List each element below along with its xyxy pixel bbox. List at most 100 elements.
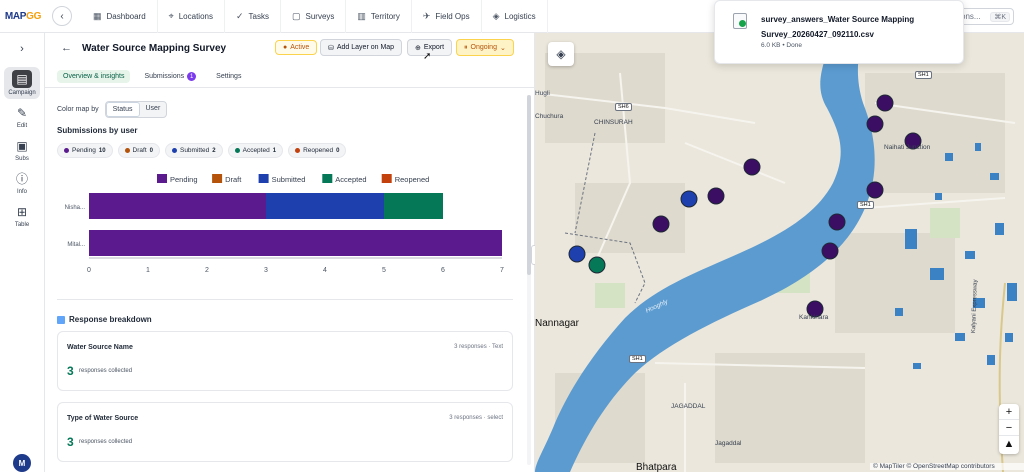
nav-item-field-ops[interactable]: ✈ Field Ops bbox=[412, 0, 482, 33]
route-icon: ✈ bbox=[422, 10, 431, 21]
grid-icon: ▦ bbox=[93, 10, 102, 21]
campaign-icon: ▤ bbox=[12, 70, 32, 88]
nav-item-locations[interactable]: ⌖ Locations bbox=[158, 0, 225, 33]
chip-label: Reopened bbox=[303, 147, 334, 154]
status-dot-icon bbox=[171, 148, 177, 153]
csv-file-icon bbox=[733, 13, 747, 29]
tab-settings[interactable]: Settings bbox=[210, 70, 247, 83]
x-tick-label: 1 bbox=[146, 267, 150, 274]
road-badge-sh6: SH6 bbox=[615, 103, 632, 111]
status-chip-submitted[interactable]: Submitted 2 bbox=[164, 143, 223, 158]
status-dot-icon bbox=[64, 148, 69, 153]
bar-segment-pending bbox=[89, 193, 266, 219]
add-layer-label: Add Layer on Map bbox=[336, 44, 395, 51]
rail-item-subs[interactable]: ▣ Subs bbox=[4, 136, 40, 165]
status-chip-accepted[interactable]: Accepted 1 bbox=[227, 143, 284, 158]
x-tick-label: 5 bbox=[382, 267, 386, 274]
chip-count: 0 bbox=[149, 147, 153, 154]
status-dot-icon bbox=[124, 148, 130, 153]
app-logo[interactable]: MAPGG bbox=[0, 11, 46, 22]
question-card[interactable]: Water Source Name 3 responses · Text 3 r… bbox=[57, 331, 513, 391]
status-chip-reopened[interactable]: Reopened 0 bbox=[288, 143, 347, 158]
legend-swatch-submitted bbox=[258, 174, 269, 183]
nav-item-dashboard[interactable]: ▦ Dashboard bbox=[82, 0, 158, 33]
status-chip-pending[interactable]: Pending 10 bbox=[57, 143, 113, 158]
legend-label-submitted: Submitted bbox=[272, 175, 306, 184]
map-label-chuchura: Chuchura bbox=[535, 113, 564, 120]
back-arrow-icon[interactable]: ← bbox=[61, 42, 72, 54]
road-badge-sh1: SH1 bbox=[629, 355, 646, 363]
nav-label: Territory bbox=[370, 11, 400, 21]
section-divider bbox=[57, 299, 513, 300]
collapse-nav-button[interactable]: ‹ bbox=[52, 6, 72, 26]
rail-item-label: Info bbox=[16, 189, 27, 195]
category-label: Nisha... bbox=[65, 205, 86, 211]
tab-overview[interactable]: Overview & insights bbox=[57, 70, 131, 83]
nav-label: Locations bbox=[178, 11, 213, 21]
x-tick-label: 7 bbox=[500, 267, 504, 274]
question-card[interactable]: Type of Water Source 3 responses · selec… bbox=[57, 402, 513, 462]
expand-rail-button[interactable]: › bbox=[0, 43, 44, 63]
rail-item-label: Edit bbox=[16, 123, 28, 129]
subs-icon: ▣ bbox=[16, 139, 28, 153]
nav-item-territory[interactable]: ▥ Territory bbox=[346, 0, 412, 33]
category-label: Mital... bbox=[67, 242, 85, 248]
map-layers-button[interactable]: ◈ bbox=[548, 42, 574, 66]
chip-label: Draft bbox=[132, 147, 147, 154]
chip-count: 0 bbox=[336, 147, 340, 154]
zoom-out-button[interactable]: − bbox=[999, 420, 1019, 436]
tab-count-badge: 1 bbox=[187, 72, 197, 81]
status-chips: Pending 10 Draft 0 Submitted 2 Accepted 1 Reopen… bbox=[57, 143, 347, 158]
map-attribution[interactable]: © MapTiler © OpenStreetMap contributors bbox=[870, 463, 1024, 470]
global-search-input[interactable]: ons... ⌘K bbox=[956, 8, 1014, 25]
compass-button[interactable]: ▲ bbox=[999, 436, 1019, 452]
bar-segment-submitted bbox=[266, 193, 384, 219]
submissions-bar-chart: Pending Draft Submitted Accepted Reopened Nis… bbox=[65, 174, 504, 274]
legend-label-draft: Draft bbox=[225, 175, 242, 184]
ongoing-status-dropdown[interactable]: ⏸ Ongoing ⌄ bbox=[456, 39, 514, 56]
tab-label: Submissions bbox=[144, 73, 185, 80]
map-canvas bbox=[535, 33, 1024, 472]
zoom-in-button[interactable]: + bbox=[999, 404, 1019, 420]
nav-item-logistics[interactable]: ◈ Logistics bbox=[482, 0, 548, 33]
bar-segment-pending bbox=[89, 230, 502, 256]
check-icon: ✓ bbox=[235, 10, 244, 21]
chevron-left-icon: ‹ bbox=[60, 10, 64, 22]
legend-swatch-pending bbox=[157, 174, 167, 183]
rail-item-table[interactable]: ⊞ Table bbox=[4, 202, 40, 231]
download-filename: survey_answers_Water Source Mapping Surv… bbox=[761, 15, 915, 39]
download-toast[interactable]: survey_answers_Water Source Mapping Surv… bbox=[714, 0, 964, 64]
map-label-chinsurah: CHINSURAH bbox=[594, 119, 633, 126]
status-chip-draft[interactable]: Draft 0 bbox=[117, 143, 160, 158]
rail-item-campaign[interactable]: ▤ Campaign bbox=[4, 67, 40, 99]
status-dot-icon bbox=[295, 148, 301, 153]
road-badge-sh1: SH1 bbox=[915, 71, 932, 79]
map-icon: ▥ bbox=[357, 10, 366, 21]
nav-label: Tasks bbox=[248, 11, 269, 21]
question-title: Type of Water Source bbox=[67, 415, 139, 422]
map-view[interactable]: CHINSURAH Hugli Chuchura Naihati Junctio… bbox=[535, 33, 1024, 472]
color-by-user-button[interactable]: User bbox=[140, 102, 167, 117]
rail-item-info[interactable]: ⓘ Info bbox=[4, 169, 40, 198]
tab-label: Overview & insights bbox=[63, 73, 125, 80]
color-map-control: Color map by Status User bbox=[57, 101, 168, 118]
nav-label: Field Ops bbox=[435, 11, 470, 21]
panel-scrollbar[interactable] bbox=[527, 95, 531, 465]
nav-label: Dashboard bbox=[106, 11, 146, 21]
nav-item-tasks[interactable]: ✓ Tasks bbox=[225, 0, 281, 33]
table-icon: ⊞ bbox=[16, 205, 28, 219]
pin-icon: ⌖ bbox=[168, 10, 174, 21]
map-label-nannagar: Nannagar bbox=[535, 318, 579, 329]
response-breakdown-text: Response breakdown bbox=[69, 315, 152, 324]
export-label: Export bbox=[423, 44, 445, 51]
tab-submissions[interactable]: Submissions 1 bbox=[138, 69, 202, 84]
color-by-status-button[interactable]: Status bbox=[105, 102, 140, 117]
chip-count: 2 bbox=[212, 147, 216, 154]
ongoing-label: Ongoing bbox=[470, 44, 497, 51]
add-layer-button[interactable]: ⛁ Add Layer on Map bbox=[320, 39, 403, 56]
pause-icon: ⏸ bbox=[464, 43, 468, 51]
rail-item-edit[interactable]: ✎ Edit bbox=[4, 103, 40, 132]
nav-item-surveys[interactable]: ▢ Surveys bbox=[281, 0, 347, 33]
map-label-kankinara: Kankinara bbox=[799, 314, 829, 321]
user-avatar[interactable]: M bbox=[13, 454, 31, 472]
